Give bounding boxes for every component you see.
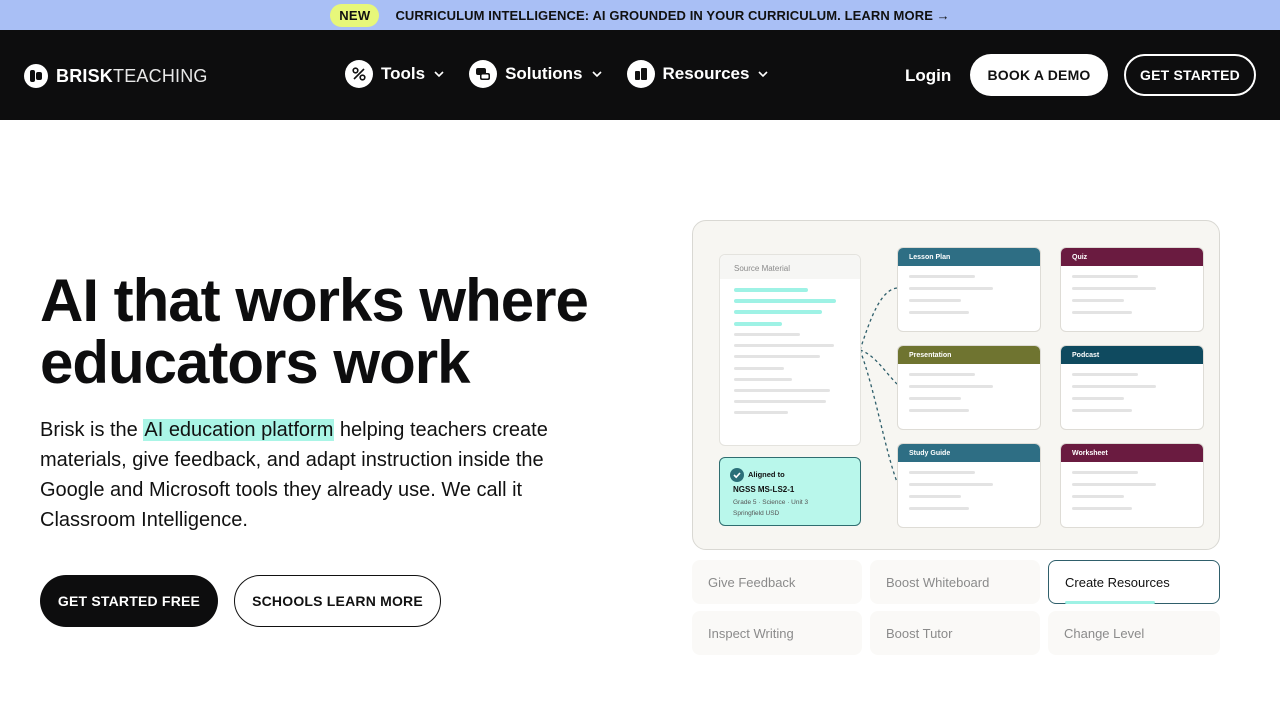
text-line xyxy=(1072,287,1156,290)
text-line xyxy=(1072,299,1124,302)
tab-create-resources[interactable]: Create Resources xyxy=(1048,560,1220,604)
resource-card-presentation: Presentation xyxy=(897,345,1041,430)
text-line xyxy=(909,495,961,498)
tab-change-level[interactable]: Change Level xyxy=(1048,611,1220,655)
hero-title-line2: educators work xyxy=(40,329,470,396)
get-started-button[interactable]: GET STARTED xyxy=(1124,54,1256,96)
text-line xyxy=(909,397,961,400)
announcement-link[interactable]: CURRICULUM INTELLIGENCE: AI GROUNDED IN … xyxy=(395,8,949,23)
text-line xyxy=(909,409,969,412)
source-material-label: Source Material xyxy=(720,255,860,279)
logo-word-light: TEACHING xyxy=(113,65,208,86)
resource-title: Lesson Plan xyxy=(898,248,1040,266)
text-line xyxy=(734,367,784,370)
resource-card-podcast: Podcast xyxy=(1060,345,1204,430)
nav-label-tools: Tools xyxy=(381,64,426,83)
nav-item-solutions[interactable]: Solutions xyxy=(469,60,602,88)
schools-learn-more-button[interactable]: SCHOOLS LEARN MORE xyxy=(234,575,441,627)
nav-item-tools[interactable]: Tools xyxy=(345,60,445,88)
tab-boost-whiteboard[interactable]: Boost Whiteboard xyxy=(870,560,1040,604)
text-line xyxy=(909,507,969,510)
text-line xyxy=(909,275,975,278)
book-icon xyxy=(626,60,655,88)
district-name: Springfield USD xyxy=(733,510,780,517)
text-line xyxy=(909,311,969,314)
tab-boost-tutor[interactable]: Boost Tutor xyxy=(870,611,1040,655)
standards-alignment-card: Aligned to NGSS MS-LS2-1 Grade 5 · Scien… xyxy=(719,457,861,526)
new-badge: NEW xyxy=(330,3,380,27)
standard-code: NGSS MS-LS2-1 xyxy=(733,485,795,494)
text-line xyxy=(909,483,993,486)
chat-bubbles-icon xyxy=(469,60,498,88)
tab-inspect-writing[interactable]: Inspect Writing xyxy=(692,611,862,655)
text-line xyxy=(734,400,826,403)
text-line xyxy=(734,411,788,414)
text-line xyxy=(734,333,800,336)
percent-badge-icon xyxy=(345,60,373,88)
text-line xyxy=(1072,311,1132,314)
tab-give-feedback[interactable]: Give Feedback xyxy=(692,560,862,604)
get-started-free-button[interactable]: GET STARTED FREE xyxy=(40,575,218,627)
text-line xyxy=(909,385,993,388)
nav-item-resources[interactable]: Resources xyxy=(626,60,770,88)
nav-label-solutions: Solutions xyxy=(505,64,583,83)
nav-label-resources: Resources xyxy=(662,64,750,83)
resource-title: Worksheet xyxy=(1061,444,1203,462)
text-line xyxy=(1072,275,1138,278)
tab-label: Create Resources xyxy=(1065,574,1170,590)
resource-card-lesson-plan: Lesson Plan xyxy=(897,247,1041,332)
resource-title: Podcast xyxy=(1061,346,1203,364)
brisk-logo-icon xyxy=(24,64,48,88)
chevron-down-icon xyxy=(591,71,602,78)
text-line xyxy=(734,288,808,292)
tab-progress-bar xyxy=(1065,601,1155,604)
hero-title: AI that works where educators work xyxy=(40,270,640,394)
login-link[interactable]: Login xyxy=(905,66,951,86)
text-line xyxy=(1072,471,1138,474)
text-line xyxy=(909,299,961,302)
text-line xyxy=(909,287,993,290)
resource-card-study-guide: Study Guide xyxy=(897,443,1041,528)
main-menu: Tools Solutions Resources xyxy=(345,60,769,88)
text-line xyxy=(1072,385,1156,388)
text-line xyxy=(1072,409,1132,412)
text-line xyxy=(909,373,975,376)
logo-word-bold: BRISK xyxy=(56,65,114,86)
book-demo-button[interactable]: BOOK A DEMO xyxy=(970,54,1108,96)
text-line xyxy=(1072,397,1124,400)
resource-title: Presentation xyxy=(898,346,1040,364)
source-material-panel: Source Material xyxy=(719,254,861,446)
hero-sub-highlight[interactable]: AI education platform xyxy=(143,419,335,441)
text-line xyxy=(734,378,792,381)
text-line xyxy=(734,299,836,303)
text-line xyxy=(734,310,822,314)
text-line xyxy=(1072,495,1124,498)
text-line xyxy=(1072,507,1132,510)
aligned-to-label: Aligned to xyxy=(748,470,785,479)
chevron-down-icon xyxy=(434,71,444,78)
hero-sub-prefix: Brisk is the xyxy=(40,419,144,441)
text-line xyxy=(734,355,820,358)
resource-card-quiz: Quiz xyxy=(1060,247,1204,332)
hero-title-line1: AI that works where xyxy=(40,267,589,334)
text-line xyxy=(734,322,782,326)
top-navbar: BRISKTEACHING Tools Solutions Resources … xyxy=(0,30,1280,120)
text-line xyxy=(1072,483,1156,486)
text-line xyxy=(734,389,830,392)
announcement-bar[interactable]: NEW CURRICULUM INTELLIGENCE: AI GROUNDED… xyxy=(0,0,1280,30)
chevron-down-icon xyxy=(758,71,769,78)
text-line xyxy=(909,471,975,474)
checkmark-icon xyxy=(730,468,744,482)
text-line xyxy=(1072,373,1138,376)
brand-logo[interactable]: BRISKTEACHING xyxy=(24,64,208,88)
text-line xyxy=(734,344,834,347)
resource-title: Quiz xyxy=(1061,248,1203,266)
resource-title: Study Guide xyxy=(898,444,1040,462)
hero-subtitle: Brisk is the AI education platform helpi… xyxy=(40,415,600,535)
resource-card-worksheet: Worksheet xyxy=(1060,443,1204,528)
standard-meta: Grade 5 · Science · Unit 3 xyxy=(733,499,809,506)
